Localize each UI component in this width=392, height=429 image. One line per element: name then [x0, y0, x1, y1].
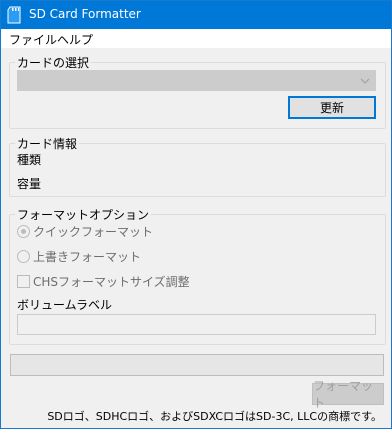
chevron-down-icon	[360, 75, 370, 89]
quick-format-radio[interactable]	[17, 225, 30, 238]
format-button[interactable]: フォーマット	[312, 379, 384, 410]
card-type-label: 種類	[17, 153, 42, 167]
menu-help[interactable]: ヘルプ	[57, 31, 93, 48]
chs-adjust-checkbox[interactable]	[17, 275, 30, 288]
card-capacity-label: 容量	[17, 177, 42, 191]
app-window: SD Card Formatter ファイル ヘルプ カードの選択 更新 カード…	[0, 0, 392, 429]
quick-format-label: クイックフォーマット	[33, 225, 154, 239]
chs-adjust-label: CHSフォーマットサイズ調整	[33, 275, 190, 289]
trademark-notice: SDロゴ、SDHCロゴ、およびSDXCロゴはSD-3C, LLCの商標です。	[47, 410, 382, 423]
overwrite-format-radio[interactable]	[17, 250, 30, 263]
volume-label-label: ボリュームラベル	[17, 298, 113, 312]
window-title: SD Card Formatter	[29, 7, 141, 21]
menu-bar: ファイル ヘルプ	[1, 29, 391, 48]
refresh-button[interactable]: 更新	[288, 96, 376, 119]
sd-card-icon	[7, 6, 21, 27]
card-info-legend: カード情報	[17, 137, 78, 151]
volume-label-input[interactable]	[17, 314, 376, 335]
progress-bar	[10, 354, 384, 376]
overwrite-format-label: 上書きフォーマット	[33, 250, 142, 264]
card-select-legend: カードの選択	[17, 56, 90, 70]
menu-file[interactable]: ファイル	[9, 31, 57, 48]
format-options-legend: フォーマットオプション	[17, 208, 150, 222]
card-select-dropdown[interactable]	[17, 70, 376, 91]
card-info-group: カード情報	[9, 135, 386, 197]
title-bar[interactable]: SD Card Formatter	[1, 1, 391, 29]
